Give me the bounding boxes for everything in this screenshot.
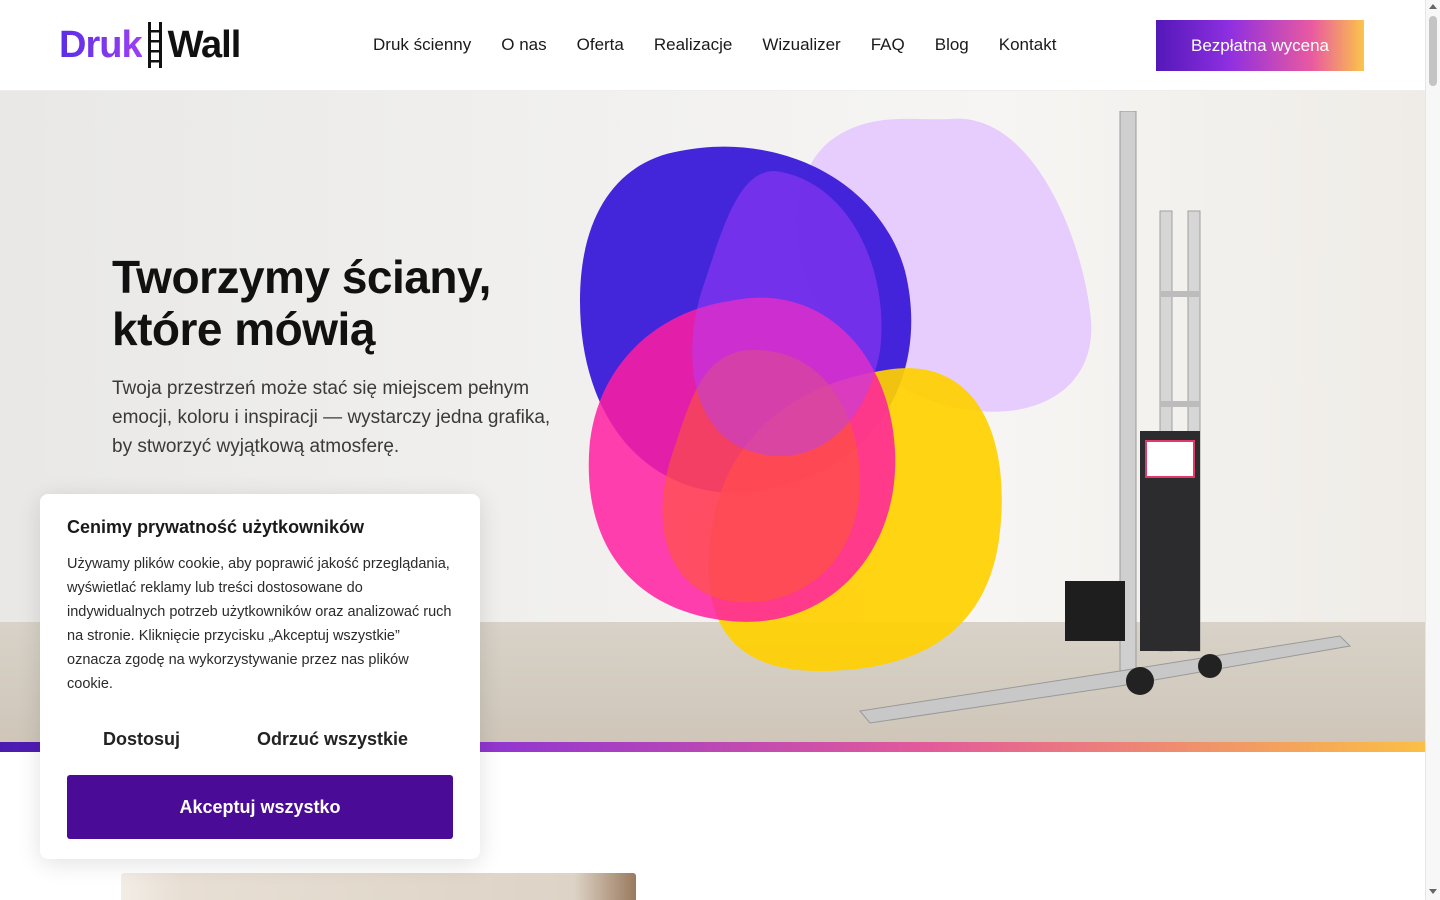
main-nav: Druk ścienny O nas Oferta Realizacje Wiz… — [373, 33, 1086, 57]
hero-description: Twoja przestrzeń może stać się miejscem … — [112, 378, 551, 457]
nav-item-druk-scienny[interactable]: Druk ścienny — [373, 33, 471, 57]
scrollbar-thumb[interactable] — [1429, 16, 1437, 86]
logo[interactable]: Druk Wall — [59, 20, 242, 70]
nav-item-oferta[interactable]: Oferta — [577, 33, 624, 57]
hero-title: Tworzymy ściany, które mówią — [112, 251, 572, 355]
site-header: Druk Wall Druk ścienny O nas Oferta Real… — [0, 0, 1425, 91]
free-quote-button[interactable]: Bezpłatna wycena — [1156, 20, 1364, 71]
hero-title-line-1: Tworzymy ściany, — [112, 251, 491, 303]
nav-item-blog[interactable]: Blog — [935, 33, 969, 57]
nav-item-wizualizer[interactable]: Wizualizer — [762, 33, 840, 57]
nav-item-faq[interactable]: FAQ — [871, 33, 905, 57]
hero-wall-print-illustration — [580, 111, 1352, 724]
customize-button[interactable]: Dostosuj — [103, 729, 180, 750]
reject-all-button[interactable]: Odrzuć wszystkie — [257, 729, 408, 750]
cookie-dialog-text: Używamy plików cookie, aby poprawić jako… — [67, 556, 452, 692]
logo-text-druk: Druk — [59, 23, 143, 66]
accept-all-button[interactable]: Akceptuj wszystko — [67, 775, 453, 839]
page-scrollbar[interactable] — [1425, 0, 1440, 900]
nav-item-kontakt[interactable]: Kontakt — [999, 33, 1057, 57]
content-image-preview — [121, 873, 636, 900]
cookie-consent-dialog: Cenimy prywatność użytkowników Używamy p… — [40, 494, 480, 859]
nav-item-realizacje[interactable]: Realizacje — [654, 33, 732, 57]
ladder-icon — [147, 22, 162, 68]
nav-item-o-nas[interactable]: O nas — [501, 33, 546, 57]
scroll-up-arrow-icon[interactable] — [1429, 4, 1437, 9]
scroll-down-arrow-icon[interactable] — [1429, 889, 1437, 894]
cookie-dialog-title: Cenimy prywatność użytkowników — [67, 517, 365, 537]
logo-text-wall: Wall — [167, 23, 242, 66]
hero-title-line-2: które mówią — [112, 303, 375, 355]
